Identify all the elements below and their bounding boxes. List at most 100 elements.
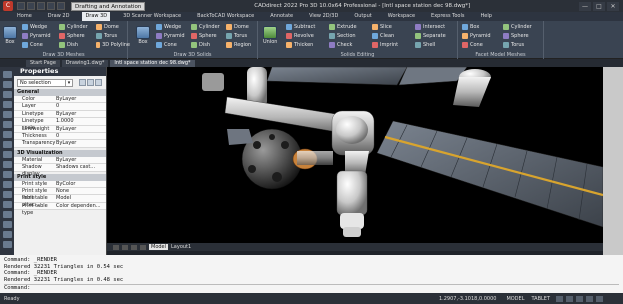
pickadd-icon[interactable] bbox=[95, 79, 102, 86]
move-icon[interactable] bbox=[2, 131, 12, 138]
workspace-select[interactable]: Drafting and Annotation bbox=[71, 1, 146, 11]
document-tab[interactable]: Intl space station dec 98.dwg* bbox=[110, 60, 195, 67]
property-group-header[interactable]: 3D Visualization bbox=[14, 149, 106, 157]
property-value[interactable]: Model bbox=[54, 195, 106, 201]
tool-cylinder[interactable]: Cylinder bbox=[59, 23, 93, 31]
tool-shell[interactable]: Shell bbox=[415, 41, 455, 49]
property-value[interactable]: Shadows cast... bbox=[54, 164, 106, 170]
tool-dish[interactable]: Dish bbox=[59, 41, 93, 49]
tool-wedge[interactable]: Wedge bbox=[156, 23, 188, 31]
tool-torus[interactable]: Torus bbox=[503, 41, 541, 49]
property-row[interactable]: Print style table None bbox=[14, 187, 106, 201]
tool-thicken[interactable]: Thicken bbox=[286, 41, 326, 49]
tool-sphere[interactable]: Sphere bbox=[191, 32, 223, 40]
property-value[interactable]: 1.0000 bbox=[54, 118, 106, 124]
document-tab[interactable]: Drawing1.dwg* bbox=[61, 60, 109, 67]
quick-select-icon[interactable] bbox=[79, 79, 86, 86]
redo-icon[interactable] bbox=[57, 2, 65, 10]
model-toggle[interactable]: MODEL bbox=[504, 296, 526, 302]
ribbon-tab-draw-3d[interactable]: Draw 3D bbox=[82, 12, 111, 21]
ribbon-tab-help[interactable]: Help bbox=[477, 12, 494, 21]
property-group-header[interactable]: Print style bbox=[14, 173, 106, 181]
ribbon-tab-annotate[interactable]: Annotate bbox=[267, 12, 296, 21]
save-icon[interactable] bbox=[37, 2, 45, 10]
polyline-icon[interactable] bbox=[2, 91, 12, 98]
chamfer-icon[interactable] bbox=[2, 211, 12, 218]
property-row[interactable]: Print table attac... Model bbox=[14, 195, 106, 208]
new-file-icon[interactable] bbox=[17, 2, 25, 10]
ribbon-tab-view-2d-3d[interactable]: View 2D/3D bbox=[306, 12, 341, 21]
minimize-button[interactable]: — bbox=[579, 1, 591, 11]
property-value[interactable]: 0 bbox=[54, 133, 106, 139]
command-input[interactable]: Command: bbox=[4, 284, 619, 292]
arc-icon[interactable] bbox=[2, 111, 12, 118]
ribbon-tab-express-tools[interactable]: Express Tools bbox=[428, 12, 467, 21]
tool-sphere[interactable]: Sphere bbox=[503, 32, 541, 40]
select-objects-icon[interactable] bbox=[87, 79, 94, 86]
text-icon[interactable] bbox=[2, 231, 12, 238]
tool-sphere[interactable]: Sphere bbox=[59, 32, 93, 40]
property-value[interactable]: ByLayer bbox=[54, 126, 106, 132]
polar-icon[interactable] bbox=[586, 295, 593, 302]
copy-icon[interactable] bbox=[2, 141, 12, 148]
trim-icon[interactable] bbox=[2, 181, 12, 188]
open-file-icon[interactable] bbox=[27, 2, 35, 10]
property-value[interactable]: ByLayer bbox=[54, 96, 106, 102]
property-row[interactable]: Print table type Color dependen... bbox=[14, 202, 106, 216]
scale-icon[interactable] bbox=[2, 161, 12, 168]
close-button[interactable]: ✕ bbox=[607, 1, 619, 11]
tool-revolve[interactable]: Revolve bbox=[286, 32, 326, 40]
tool-separate[interactable]: Separate bbox=[415, 32, 455, 40]
union-button[interactable]: Union bbox=[263, 26, 277, 46]
select-icon[interactable] bbox=[2, 71, 12, 78]
mesh-box-button[interactable]: Box bbox=[3, 26, 17, 46]
tool-region[interactable]: Region bbox=[226, 41, 258, 49]
tool-check[interactable]: Check bbox=[329, 41, 369, 49]
extend-icon[interactable] bbox=[2, 191, 12, 198]
tab-model[interactable]: Model bbox=[149, 244, 169, 250]
ribbon-tab-workspace[interactable]: Workspace bbox=[385, 12, 418, 21]
tool-imprint[interactable]: Imprint bbox=[372, 41, 412, 49]
ribbon-tab-draw-2d[interactable]: Draw 2D bbox=[45, 12, 73, 21]
maximize-button[interactable]: □ bbox=[593, 1, 605, 11]
document-tab[interactable]: Start Page bbox=[26, 60, 60, 67]
property-value[interactable]: 0 bbox=[54, 103, 106, 109]
tool-torus[interactable]: Torus bbox=[226, 32, 258, 40]
property-row[interactable]: Print style ByColor bbox=[14, 180, 106, 188]
line-icon[interactable] bbox=[2, 81, 12, 88]
property-row[interactable]: Material ByLayer bbox=[14, 156, 106, 165]
tool-clean[interactable]: Clean bbox=[372, 32, 412, 40]
hatch-icon[interactable] bbox=[2, 221, 12, 228]
next-tab-icon[interactable] bbox=[131, 244, 137, 250]
tool-torus[interactable]: Torus bbox=[96, 32, 130, 40]
tool-subtract[interactable]: Subtract bbox=[286, 23, 326, 31]
tool-cone[interactable]: Cone bbox=[462, 41, 500, 49]
mirror-icon[interactable] bbox=[2, 171, 12, 178]
tool-section[interactable]: Section bbox=[329, 32, 369, 40]
rotate-icon[interactable] bbox=[2, 151, 12, 158]
tool-cylinder[interactable]: Cylinder bbox=[503, 23, 541, 31]
settings-icon[interactable] bbox=[596, 295, 603, 302]
first-tab-icon[interactable] bbox=[113, 244, 119, 250]
tool-extrude[interactable]: Extrude bbox=[329, 23, 369, 31]
tool-box[interactable]: Box bbox=[462, 23, 500, 31]
property-value[interactable]: ByLayer bbox=[54, 111, 106, 117]
fillet-icon[interactable] bbox=[2, 201, 12, 208]
grid-icon[interactable] bbox=[566, 295, 573, 302]
property-value[interactable]: None bbox=[54, 188, 106, 194]
property-row[interactable]: Layer 0 bbox=[14, 103, 106, 111]
rectangle-icon[interactable] bbox=[2, 121, 12, 128]
property-value[interactable]: ByLayer bbox=[54, 140, 106, 146]
property-value[interactable]: Color dependen... bbox=[54, 203, 106, 209]
property-row[interactable]: Transparency ByLayer bbox=[14, 140, 106, 148]
tool-intersect[interactable]: Intersect bbox=[415, 23, 455, 31]
ortho-icon[interactable] bbox=[576, 295, 583, 302]
property-row[interactable]: Lineweight ByLayer bbox=[14, 125, 106, 133]
tool-cylinder[interactable]: Cylinder bbox=[191, 23, 223, 31]
drawing-viewport[interactable] bbox=[107, 67, 603, 243]
ribbon-tab-output[interactable]: Output bbox=[351, 12, 374, 21]
property-row[interactable]: Shadow display Shadows cast... bbox=[14, 164, 106, 177]
tool-dish[interactable]: Dish bbox=[191, 41, 223, 49]
property-group-header[interactable]: General bbox=[14, 89, 106, 96]
tab-layout1[interactable]: Layout1 bbox=[171, 244, 191, 250]
